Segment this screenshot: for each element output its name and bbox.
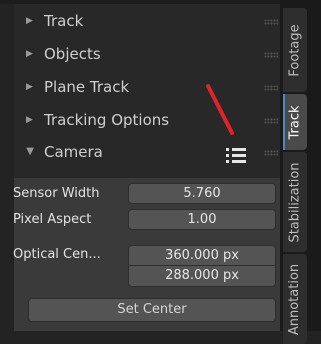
tab-footage[interactable]: Footage — [283, 8, 307, 92]
collapse-triangle-icon: ▶ — [26, 115, 33, 125]
panel-title: Plane Track — [44, 78, 130, 96]
panel-title: Tracking Options — [44, 111, 170, 129]
pixel-aspect-label: Pixel Aspect — [13, 212, 92, 227]
optical-center-x-field[interactable]: 360.000 px — [128, 245, 276, 266]
sidebar-tab-bar: Footage Track Stabilization Annotation — [280, 0, 321, 344]
panel-header-track[interactable]: ▶ Track — [14, 6, 280, 38]
panel-header-plane-track[interactable]: ▶ Plane Track — [14, 72, 280, 104]
set-center-button[interactable]: Set Center — [28, 298, 276, 322]
tab-track[interactable]: Track — [283, 94, 307, 150]
collapse-triangle-icon: ▶ — [26, 49, 33, 59]
pixel-aspect-field[interactable]: 1.00 — [128, 209, 276, 230]
sensor-width-field[interactable]: 5.760 — [128, 183, 276, 204]
sensor-width-label: Sensor Width — [13, 186, 100, 201]
presets-list-icon[interactable] — [226, 146, 248, 164]
panel-title: Objects — [44, 45, 101, 63]
panel-header-objects[interactable]: ▶ Objects — [14, 39, 280, 71]
drag-grip-icon[interactable] — [264, 52, 278, 58]
optical-center-y-field[interactable]: 288.000 px — [128, 266, 276, 287]
panel-title: Camera — [44, 143, 103, 161]
collapse-triangle-icon: ▶ — [26, 82, 33, 92]
expand-triangle-icon: ▶ — [24, 147, 36, 156]
drag-grip-icon[interactable] — [264, 85, 278, 91]
tab-label: Footage — [287, 23, 303, 77]
panel-header-tracking-options[interactable]: ▶ Tracking Options — [14, 105, 280, 137]
tab-label: Track — [287, 104, 303, 140]
drag-grip-icon[interactable] — [264, 118, 278, 124]
collapse-triangle-icon: ▶ — [26, 16, 33, 26]
drag-grip-icon[interactable] — [264, 19, 278, 25]
tab-label: Annotation — [287, 263, 303, 335]
tab-stabilization[interactable]: Stabilization — [283, 152, 307, 252]
panel-title: Track — [44, 12, 84, 30]
tab-label: Stabilization — [287, 161, 303, 243]
optical-center-label: Optical Cen... — [13, 247, 101, 262]
drag-grip-icon[interactable] — [264, 150, 278, 156]
